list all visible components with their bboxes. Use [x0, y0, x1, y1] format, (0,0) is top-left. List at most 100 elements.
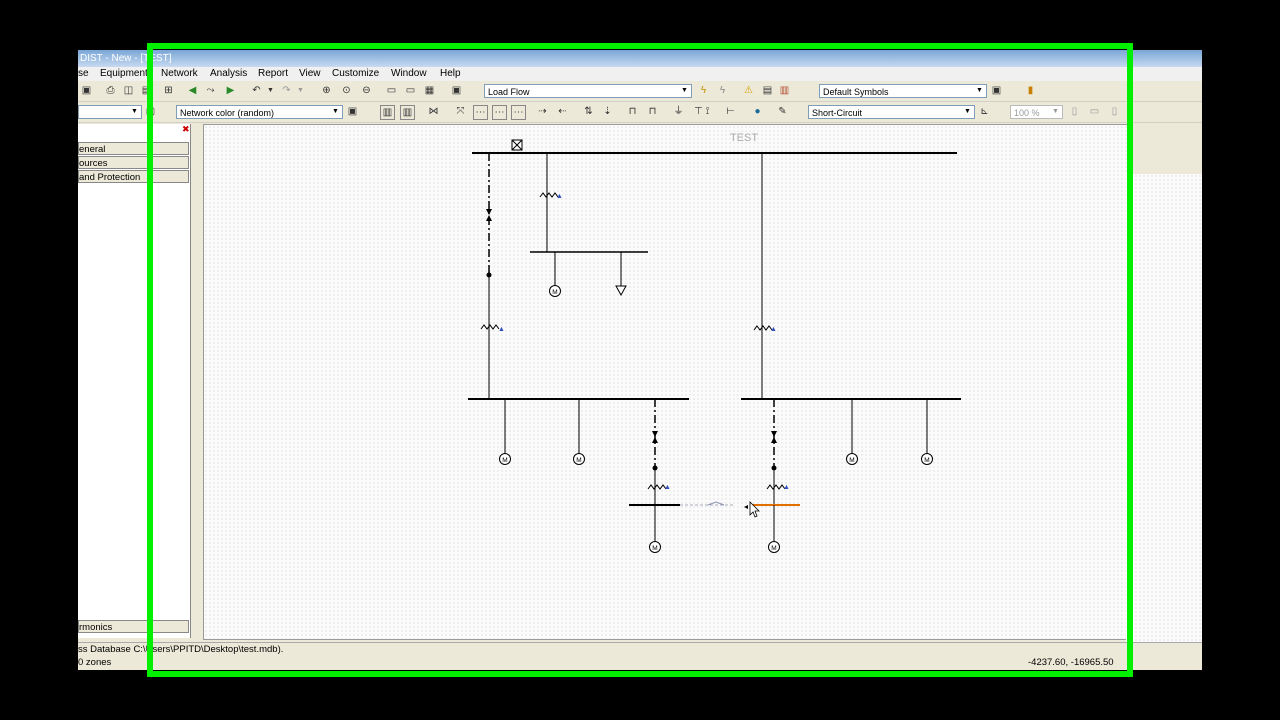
alert-icon[interactable]: ▮: [1024, 84, 1037, 97]
bus-alt-icon[interactable]: ⋯: [492, 105, 507, 120]
menu-customize[interactable]: Customize: [332, 67, 379, 81]
ground-icon[interactable]: ⏚: [672, 105, 685, 118]
transformer-icon[interactable]: ▲: [766, 484, 790, 491]
print-icon[interactable]: ⎙: [104, 84, 117, 97]
tools-icon[interactable]: ✎: [776, 105, 789, 118]
undo-icon[interactable]: ↶: [250, 84, 263, 97]
motor-icon[interactable]: M: [921, 453, 933, 465]
left-panel: ✖ eneral ources and Protection rmonics: [78, 124, 191, 638]
study-settings-icon[interactable]: ⊾: [978, 105, 991, 118]
motor-icon[interactable]: M: [846, 453, 858, 465]
properties-icon[interactable]: ▣: [450, 84, 463, 97]
columns-icon[interactable]: ▥: [380, 105, 395, 120]
transformer-icon[interactable]: ▲: [647, 484, 671, 491]
transformer-icon[interactable]: ▲: [539, 192, 563, 200]
print-preview-icon[interactable]: ◫: [122, 84, 135, 97]
page-icon[interactable]: ▯: [1068, 105, 1081, 118]
layout-icon[interactable]: ⊓: [626, 105, 639, 118]
motor-icon[interactable]: M: [573, 453, 585, 465]
main-toolbar: ▣ ⎙ ◫ ▤ ⊞ ◀ ⤳ ▶ ↶ ▼ ↷ ▼ ⊕ ⊙ ⊖ ▭ ▭ ▦ ▣ Lo…: [78, 81, 1202, 102]
page-export-icon[interactable]: ▯: [1108, 105, 1121, 118]
warning-icon[interactable]: ⚠: [742, 84, 755, 97]
page-alt-icon[interactable]: ▭: [1088, 105, 1101, 118]
motor-icon[interactable]: M: [499, 453, 511, 465]
view-tile-icon[interactable]: ▭: [385, 84, 398, 97]
view-cascade-icon[interactable]: ▭: [404, 84, 417, 97]
study-select[interactable]: Short-Circuit ▼: [808, 105, 975, 119]
arrow-down-icon[interactable]: ⇣: [601, 105, 614, 118]
load-icon[interactable]: [615, 285, 627, 297]
columns-alt-icon[interactable]: ▥: [400, 105, 415, 120]
network-color-value: Network color (random): [180, 108, 275, 118]
switch-icon[interactable]: ⟟: [701, 105, 714, 118]
menu-help[interactable]: Help: [440, 67, 461, 81]
arrows-up-icon[interactable]: ⇅: [582, 105, 595, 118]
zoom-out-icon[interactable]: ⊖: [360, 84, 373, 97]
panel-item-harmonics[interactable]: rmonics: [78, 620, 189, 633]
view-image-icon[interactable]: ▦: [423, 84, 436, 97]
lightning-icon[interactable]: ϟ: [697, 84, 710, 97]
canvas-margin: [1126, 174, 1202, 670]
menu-analysis[interactable]: Analysis: [210, 67, 247, 81]
arrow-right-icon[interactable]: ⇢: [536, 105, 549, 118]
back-arrow-icon[interactable]: ◀: [186, 84, 199, 97]
bus-icon[interactable]: ⋯: [473, 105, 488, 120]
color-settings-icon[interactable]: ▣: [346, 105, 359, 118]
redo-icon[interactable]: ↷: [280, 84, 293, 97]
transformer-icon[interactable]: ▲: [480, 324, 505, 333]
diagram-canvas[interactable]: TEST ▲ ▲ M ▲ M M ▲ M ▲ M M M: [203, 124, 1128, 640]
redo-dropdown-icon[interactable]: ▼: [294, 84, 307, 97]
panel-item-protection[interactable]: and Protection: [78, 170, 189, 183]
page-setup-icon[interactable]: ▤: [140, 84, 153, 97]
status-message: ss Database C:\Users\PPITD\Desktop\test.…: [78, 644, 284, 655]
motor-icon[interactable]: M: [549, 285, 561, 297]
measure-icon[interactable]: ⊢: [724, 105, 737, 118]
left-select[interactable]: ▼: [78, 105, 142, 119]
panel-item-general[interactable]: eneral: [78, 142, 189, 155]
network-color-select[interactable]: Network color (random) ▼: [176, 105, 343, 119]
svg-text:M: M: [849, 457, 854, 464]
run-icon[interactable]: ϟ: [716, 84, 729, 97]
breaker-icon[interactable]: [486, 209, 492, 221]
secondary-toolbar: ▼ ▢ Network color (random) ▼ ▣ ▥ ▥ ⋈ ⤧ ⋯…: [78, 102, 1202, 123]
svg-text:M: M: [652, 545, 657, 552]
grid-icon[interactable]: ⊞: [162, 84, 175, 97]
motor-icon[interactable]: M: [649, 541, 661, 553]
route-icon[interactable]: ⤳: [204, 84, 217, 97]
bus-multi-icon[interactable]: ⋯: [511, 105, 526, 120]
align-icon[interactable]: ⋈: [427, 105, 440, 118]
select-settings-icon[interactable]: ▢: [144, 105, 157, 118]
svg-text:▲: ▲: [498, 326, 505, 333]
panel-item-sources[interactable]: ources: [78, 156, 189, 169]
menu-view[interactable]: View: [299, 67, 321, 81]
svg-text:M: M: [552, 289, 557, 296]
motor-icon[interactable]: M: [768, 541, 780, 553]
menu-window[interactable]: Window: [391, 67, 427, 81]
analysis-mode-select[interactable]: Load Flow ▼: [484, 84, 692, 98]
menu-equipment[interactable]: Equipment: [100, 67, 148, 81]
svg-text:M: M: [576, 457, 581, 464]
one-line-diagram: TEST ▲ ▲ M ▲ M M ▲ M ▲ M M M: [468, 132, 961, 553]
globe-icon[interactable]: ●: [751, 105, 764, 118]
undo-dropdown-icon[interactable]: ▼: [264, 84, 277, 97]
zoom-in-icon[interactable]: ⊕: [320, 84, 333, 97]
menu-file[interactable]: se: [78, 67, 89, 81]
symbols-select[interactable]: Default Symbols ▼: [819, 84, 987, 98]
symbol-settings-icon[interactable]: ▣: [990, 84, 1003, 97]
utility-source-icon[interactable]: [511, 139, 523, 151]
report-icon[interactable]: ▤: [761, 84, 774, 97]
menu-report[interactable]: Report: [258, 67, 288, 81]
close-icon[interactable]: ✖: [182, 125, 191, 134]
forward-arrow-icon[interactable]: ▶: [224, 84, 237, 97]
zoom-window-icon[interactable]: ⊙: [340, 84, 353, 97]
layout-alt-icon[interactable]: ⊓: [646, 105, 659, 118]
arrow-left-icon[interactable]: ⇠: [556, 105, 569, 118]
menu-network[interactable]: Network: [161, 67, 198, 81]
breaker-icon[interactable]: [771, 431, 777, 443]
chart-icon[interactable]: ▥: [778, 84, 791, 97]
transformer-icon[interactable]: ▲: [753, 325, 777, 333]
distribute-icon[interactable]: ⤧: [454, 105, 467, 118]
zoom-select[interactable]: 100 % ▼: [1010, 105, 1063, 119]
breaker-icon[interactable]: [652, 431, 658, 443]
save-icon[interactable]: ▣: [80, 84, 93, 97]
